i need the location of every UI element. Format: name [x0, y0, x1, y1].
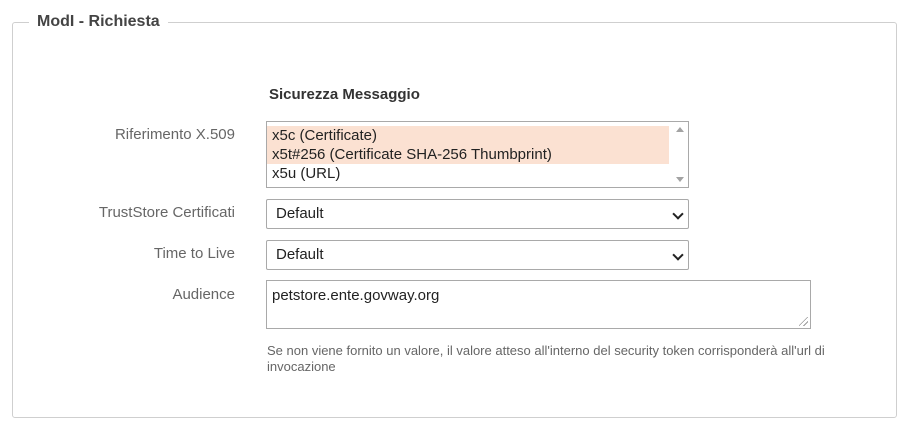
section-title: Sicurezza Messaggio: [269, 86, 420, 103]
truststore-select[interactable]: Default: [266, 199, 689, 229]
audience-help-text: Se non viene fornito un valore, il valor…: [267, 343, 825, 374]
resize-grip-icon[interactable]: [799, 317, 808, 326]
ttl-select[interactable]: Default: [266, 240, 689, 270]
chevron-down-icon: [672, 249, 684, 261]
x509-label: Riferimento X.509: [114, 126, 235, 143]
ttl-selected-value: Default: [276, 246, 324, 263]
audience-value: petstore.ente.govway.org: [272, 287, 440, 304]
x509-option-x5t256[interactable]: x5t#256 (Certificate SHA-256 Thumbprint): [267, 145, 669, 164]
x509-option-x5u[interactable]: x5u (URL): [267, 164, 669, 183]
truststore-selected-value: Default: [276, 205, 324, 222]
ttl-label: Time to Live: [153, 245, 235, 262]
listbox-scrollbar[interactable]: [672, 122, 688, 187]
triangle-up-icon[interactable]: [676, 127, 684, 132]
x509-option-x5c[interactable]: x5c (Certificate): [267, 126, 669, 145]
fieldset-legend: ModI - Richiesta: [29, 13, 168, 31]
chevron-down-icon: [672, 208, 684, 220]
audience-label: Audience: [172, 286, 235, 303]
truststore-label: TrustStore Certificati: [98, 204, 235, 221]
x509-reference-listbox[interactable]: x5c (Certificate) x5t#256 (Certificate S…: [266, 121, 689, 188]
audience-textarea[interactable]: petstore.ente.govway.org: [266, 280, 811, 329]
triangle-down-icon[interactable]: [676, 177, 684, 182]
